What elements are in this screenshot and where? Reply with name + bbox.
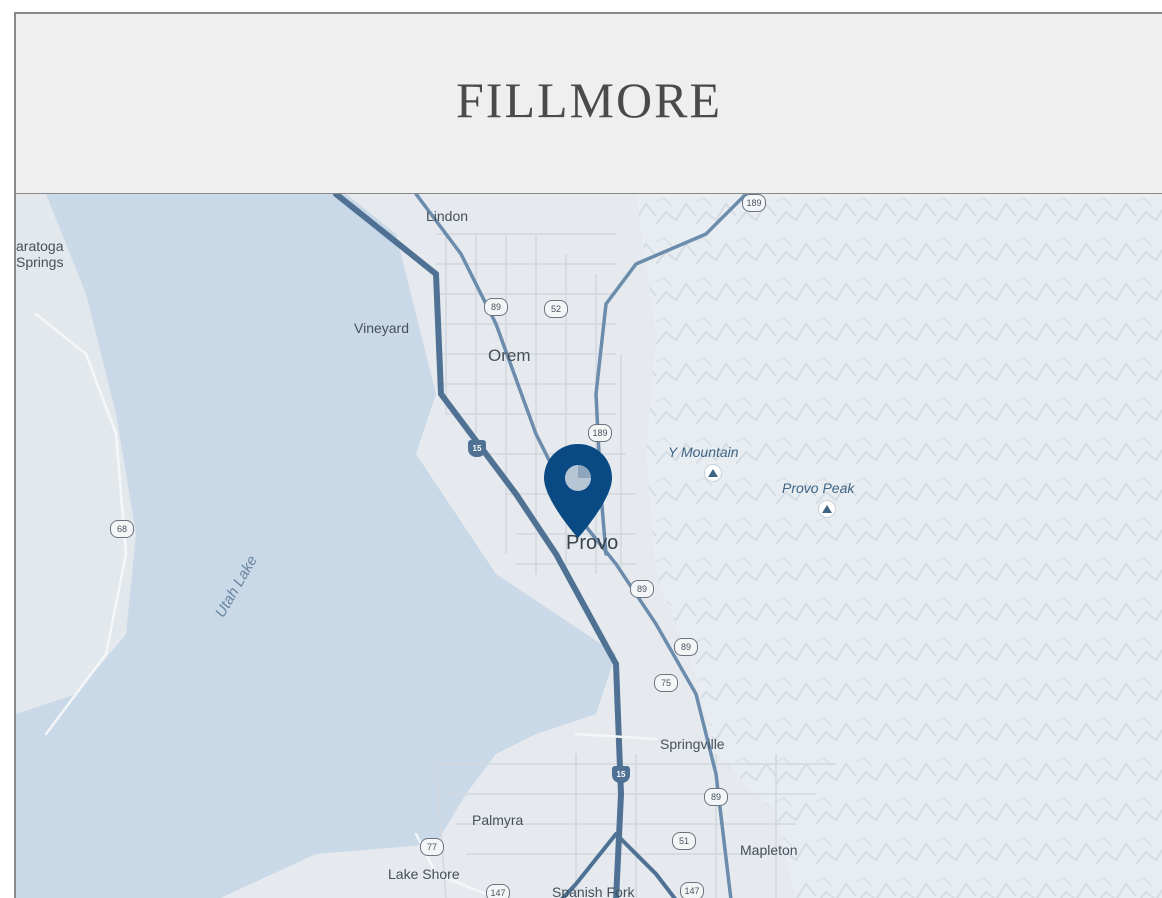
map-view[interactable]: aratoga Springs Lindon Vineyard Orem Pro… (16, 194, 1162, 898)
route-shield-sr147: 147 (680, 882, 704, 898)
route-shield-sr52: 52 (544, 300, 568, 318)
peak-label-provo-peak: Provo Peak (782, 480, 855, 496)
route-shield-us189: 189 (588, 424, 612, 442)
route-shield-us189: 189 (742, 194, 766, 212)
map-pin-icon[interactable] (542, 442, 614, 540)
page-title: FILLMORE (456, 71, 722, 128)
route-shield-sr77: 77 (420, 838, 444, 856)
place-label-orem: Orem (488, 346, 531, 365)
route-shield-us89: 89 (630, 580, 654, 598)
place-label-lindon: Lindon (426, 208, 469, 224)
route-shield-us89: 89 (484, 298, 508, 316)
place-label-spanish-fork: Spanish Fork (552, 884, 635, 898)
place-label-saratoga-springs: aratoga Springs (16, 238, 64, 270)
place-label-springville: Springville (660, 736, 725, 752)
route-shield-sr51: 51 (672, 832, 696, 850)
peak-icon (818, 500, 836, 518)
route-shield-sr75: 75 (654, 674, 678, 692)
place-label-mapleton: Mapleton (740, 842, 798, 858)
route-shield-sr147: 147 (486, 884, 510, 898)
fillmore-map-card: FILLMORE aratoga Springs Lindon Vineyard… (14, 12, 1162, 898)
route-shield-us89: 89 (674, 638, 698, 656)
route-shield-us89: 89 (704, 788, 728, 806)
route-shield-i15: 15 (612, 766, 630, 783)
place-label-lake-shore: Lake Shore (388, 866, 460, 882)
route-shield-sr68: 68 (110, 520, 134, 538)
place-label-palmyra: Palmyra (472, 812, 524, 828)
peak-icon (704, 464, 722, 482)
place-label-vineyard: Vineyard (354, 320, 410, 336)
header: FILLMORE (16, 14, 1162, 194)
route-shield-i15: 15 (468, 440, 486, 457)
peak-label-y-mountain: Y Mountain (668, 444, 739, 460)
